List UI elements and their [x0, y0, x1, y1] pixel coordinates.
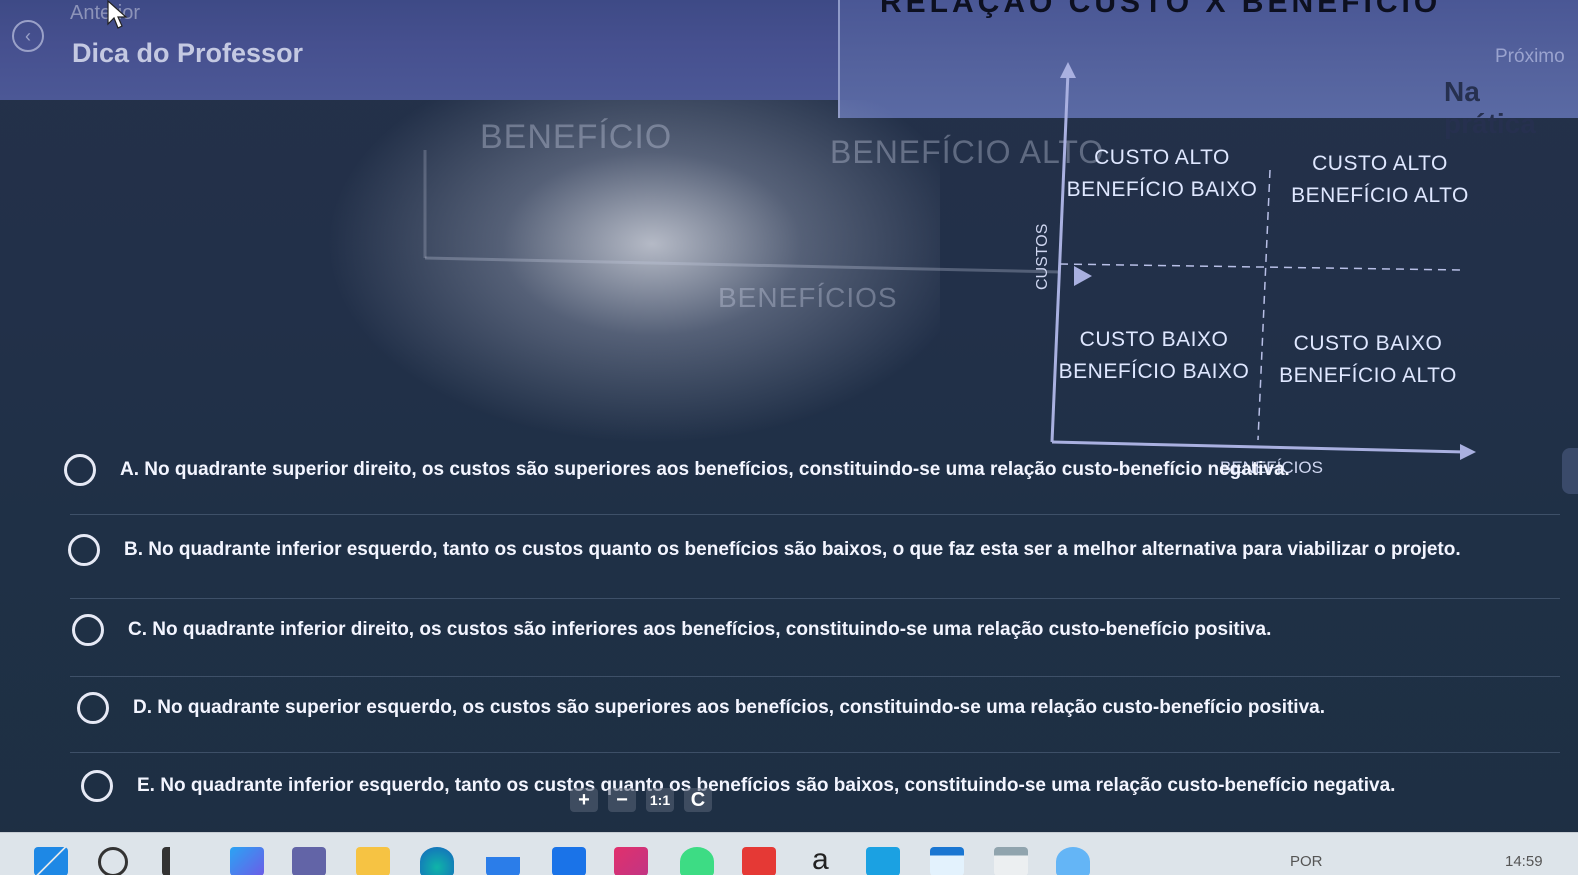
windows-start-icon[interactable]	[34, 847, 68, 875]
notepad-icon[interactable]	[994, 847, 1028, 875]
y-axis-label: CUSTOS	[1034, 223, 1051, 290]
zoom-reset-button[interactable]: 1:1	[646, 788, 674, 812]
divider	[70, 752, 1560, 753]
y-axis-arrow	[1060, 62, 1076, 78]
android-icon[interactable]	[680, 847, 714, 875]
quadrant-cost: CUSTO ALTO	[1312, 152, 1448, 175]
widgets-icon[interactable]	[230, 847, 264, 875]
language-indicator[interactable]: POR	[1290, 853, 1323, 870]
x-axis-arrow	[1460, 444, 1476, 460]
store-icon[interactable]	[486, 847, 520, 875]
middle-arrow	[1074, 266, 1092, 286]
clock[interactable]: 14:59	[1505, 853, 1543, 870]
answer-option-e[interactable]: E. No quadrante inferior esquerdo, tanto…	[81, 766, 1395, 806]
quadrant-bottom-right: CUSTO BAIXO BENEFÍCIO ALTO	[1258, 328, 1478, 392]
divider	[70, 676, 1560, 677]
option-text: B. No quadrante inferior esquerdo, tanto…	[124, 539, 1461, 560]
radio-button[interactable]	[77, 692, 109, 724]
radio-button[interactable]	[72, 614, 104, 646]
zoom-out-button[interactable]: −	[608, 788, 636, 812]
option-text: C. No quadrante inferior direito, os cus…	[128, 619, 1272, 640]
task-view-icon[interactable]	[162, 847, 188, 875]
vertical-divider	[1257, 169, 1271, 441]
option-text: D. No quadrante superior esquerdo, os cu…	[133, 697, 1325, 718]
taskbar: a POR 14:59	[0, 832, 1578, 875]
quadrant-cost: CUSTO ALTO	[1094, 146, 1230, 169]
quadrant-cost: CUSTO BAIXO	[1079, 328, 1229, 351]
quadrant-top-left: CUSTO ALTO BENEFÍCIO BAIXO	[1052, 142, 1272, 206]
faded-horizontal-line	[424, 256, 1061, 274]
outlook-calendar-icon[interactable]	[930, 847, 964, 875]
amazon-icon[interactable]: a	[812, 843, 829, 875]
calendar-icon[interactable]	[552, 847, 586, 875]
teams-icon[interactable]	[292, 847, 326, 875]
weather-icon[interactable]	[866, 847, 900, 875]
zoom-in-button[interactable]: +	[570, 788, 598, 812]
youtube-icon[interactable]	[742, 847, 776, 875]
horizontal-divider	[1059, 263, 1461, 271]
edge-browser-icon[interactable]	[420, 847, 454, 875]
quadrant-cost: CUSTO BAIXO	[1293, 332, 1443, 355]
option-text: A. No quadrante superior direito, os cus…	[120, 459, 1290, 480]
quadrant-bottom-left: CUSTO BAIXO BENEFÍCIO BAIXO	[1044, 324, 1264, 388]
cost-benefit-matrix	[423, 62, 1476, 460]
radio-button[interactable]	[68, 534, 100, 566]
quadrant-benefit: BENEFÍCIO BAIXO	[1066, 178, 1258, 201]
divider	[70, 598, 1560, 599]
answer-option-a[interactable]: A. No quadrante superior direito, os cus…	[64, 450, 1290, 490]
image-zoom-toolbar: + − 1:1 C	[570, 788, 712, 812]
onedrive-icon[interactable]	[1056, 847, 1090, 875]
search-icon[interactable]	[98, 847, 128, 875]
quadrant-top-right: CUSTO ALTO BENEFÍCIO ALTO	[1270, 148, 1490, 212]
quadrant-benefit: BENEFÍCIO BAIXO	[1058, 360, 1250, 383]
option-text: E. No quadrante inferior esquerdo, tanto…	[137, 775, 1396, 796]
instagram-icon[interactable]	[614, 847, 648, 875]
radio-button[interactable]	[64, 454, 96, 486]
side-panel-handle[interactable]	[1562, 448, 1578, 494]
quadrant-benefit: BENEFÍCIO ALTO	[1279, 364, 1457, 387]
file-explorer-icon[interactable]	[356, 847, 390, 875]
quadrant-benefit: BENEFÍCIO ALTO	[1291, 184, 1469, 207]
rotate-button[interactable]: C	[684, 788, 712, 812]
divider	[70, 514, 1560, 515]
answer-option-d[interactable]: D. No quadrante superior esquerdo, os cu…	[77, 688, 1325, 728]
answer-option-c[interactable]: C. No quadrante inferior direito, os cus…	[72, 610, 1271, 650]
radio-button[interactable]	[81, 770, 113, 802]
answer-option-b[interactable]: B. No quadrante inferior esquerdo, tanto…	[68, 530, 1461, 570]
